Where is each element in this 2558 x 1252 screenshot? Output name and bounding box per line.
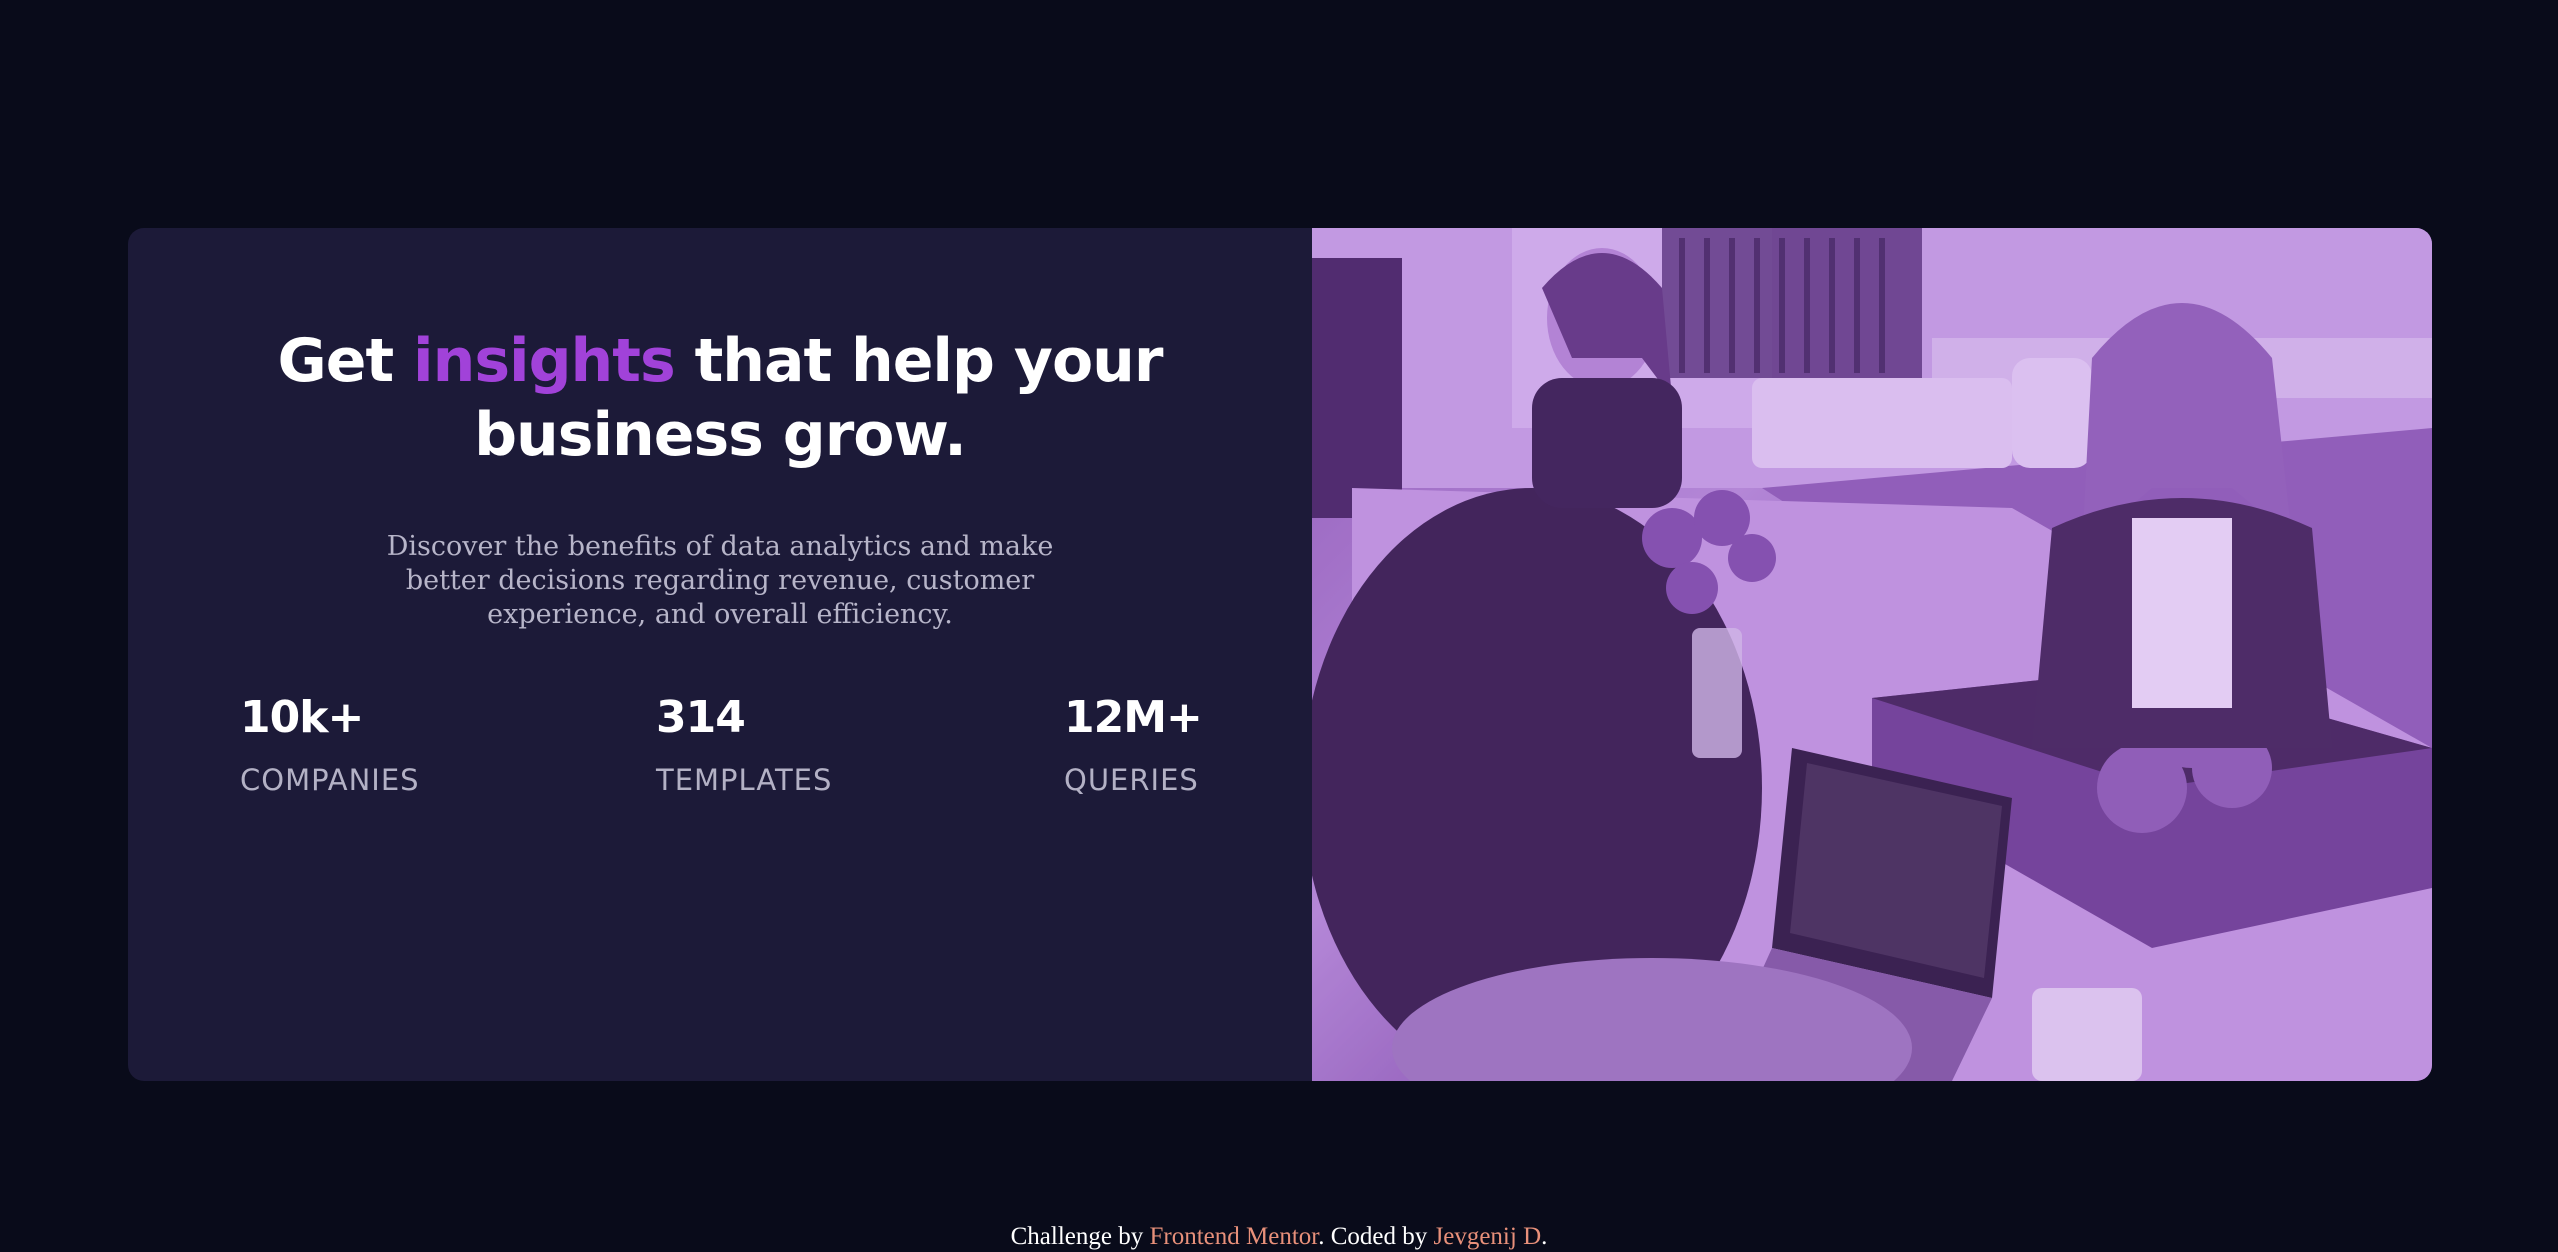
stat-value: 314 [656, 692, 746, 743]
challenge-text: Challenge by [1010, 1223, 1144, 1250]
card-text-section: Get insights that help your business gro… [128, 228, 1312, 1081]
attribution-footer: Challenge by Frontend Mentor. Coded by J… [0, 1222, 2558, 1252]
stats-list: 10k+ COMPANIES 314 TEMPLATES 12M+ QUERIE… [128, 690, 1312, 810]
stat-label: COMPANIES [240, 763, 420, 797]
title-accent: insights [413, 326, 676, 396]
hero-description: Discover the benefits of data analytics … [386, 531, 1054, 630]
stat-companies: 10k+ COMPANIES [240, 690, 420, 798]
stat-label: QUERIES [1064, 763, 1199, 797]
stat-templates: 314 TEMPLATES [656, 690, 832, 798]
end-text: . [1541, 1223, 1548, 1250]
title-before: Get [277, 326, 395, 396]
stat-value: 10k+ [240, 692, 364, 743]
stat-label: TEMPLATES [656, 763, 833, 797]
frontend-mentor-link[interactable]: Frontend Mentor [1149, 1223, 1318, 1250]
stat-value: 12M+ [1064, 692, 1203, 743]
coded-text: . Coded by [1318, 1223, 1428, 1250]
header-image [1312, 228, 2432, 1081]
stat-queries: 12M+ QUERIES [1064, 690, 1203, 798]
page-title: Get insights that help your business gro… [128, 324, 1312, 472]
office-photo-illustration [1312, 228, 2432, 1081]
author-link[interactable]: Jevgenij D [1434, 1223, 1542, 1250]
stats-preview-card: Get insights that help your business gro… [128, 228, 2432, 1081]
